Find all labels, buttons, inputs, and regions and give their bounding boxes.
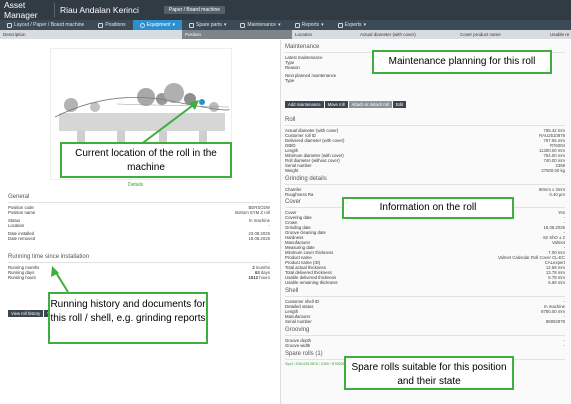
callout-spare-rolls: Spare rolls suitable for this position a… — [344, 356, 514, 390]
callout-location: Current location of the roll in the mach… — [60, 142, 232, 178]
callout-running-history: Running history and documents for this r… — [48, 292, 208, 344]
callout-roll-info: Information on the roll — [342, 197, 514, 219]
